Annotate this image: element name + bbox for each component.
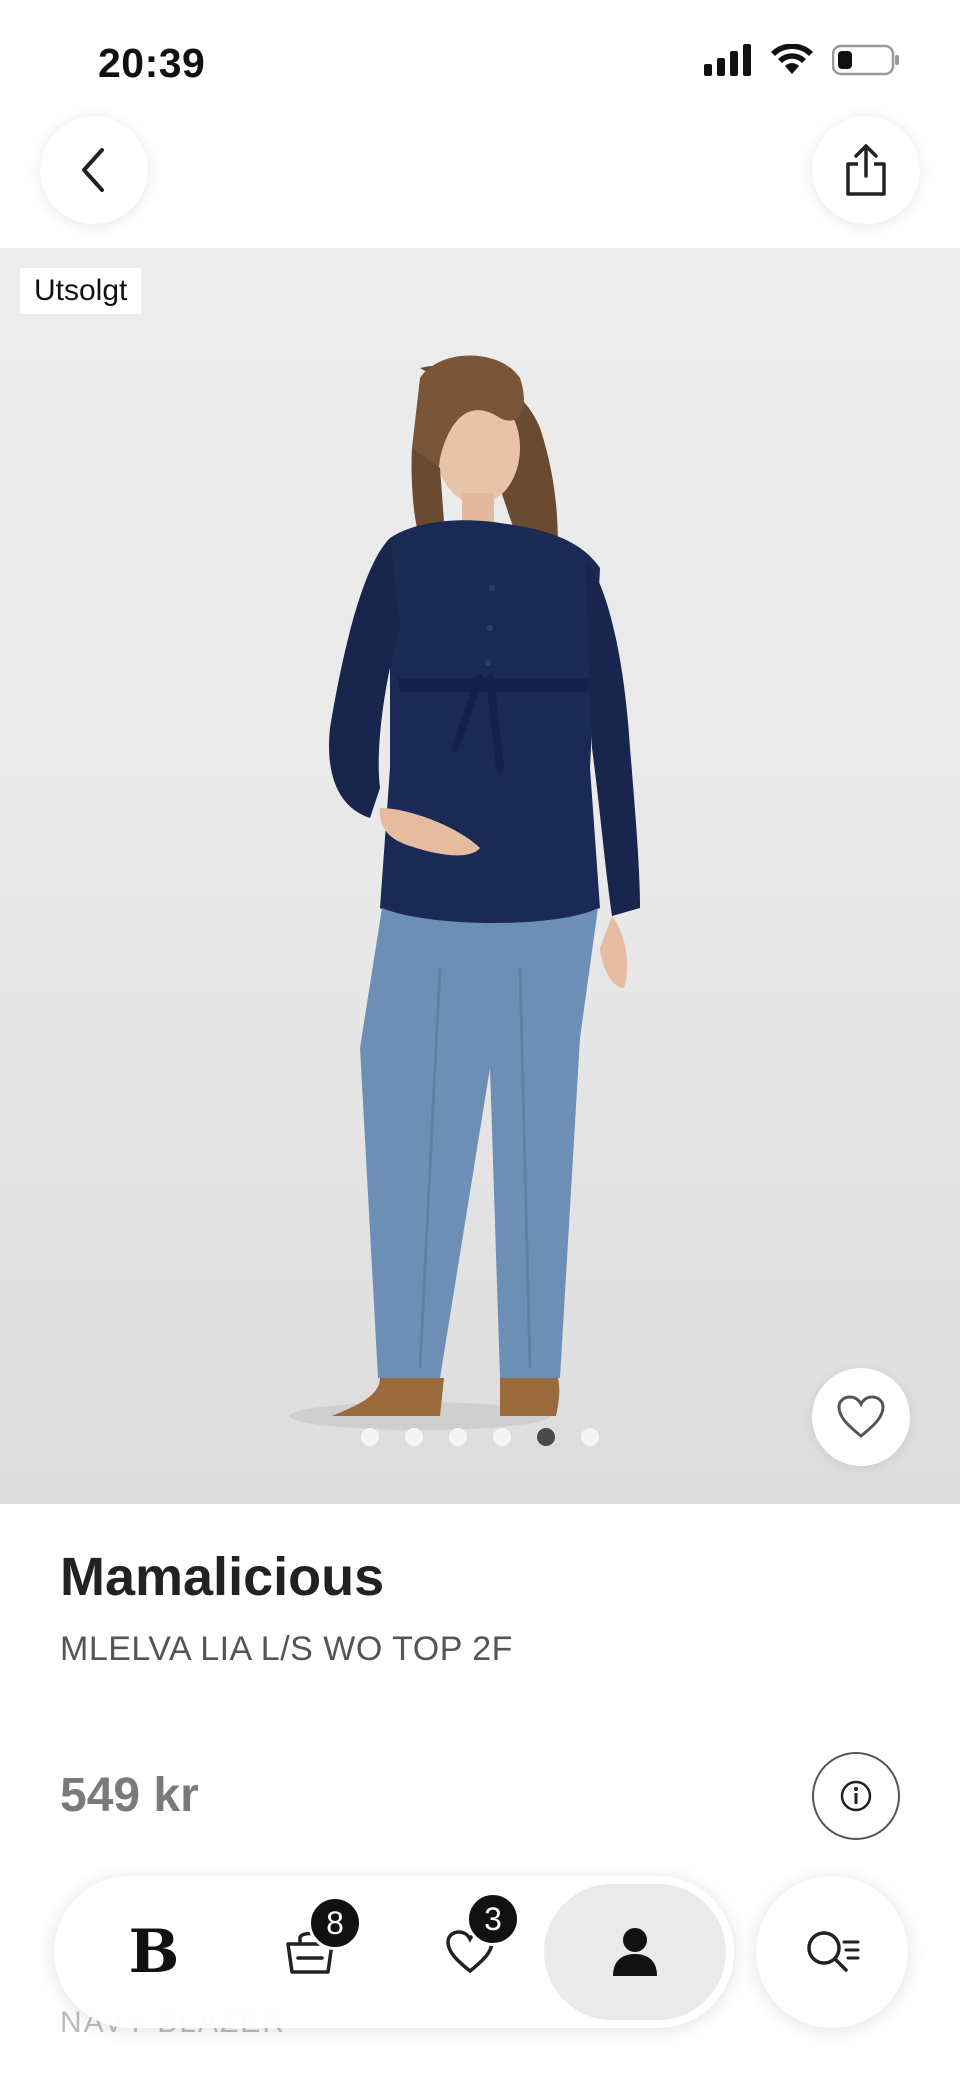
home-logo: B <box>128 1917 180 1987</box>
profile-icon <box>613 1928 657 1976</box>
cart-count-badge: 8 <box>308 1896 362 1950</box>
carousel-dot[interactable] <box>361 1428 379 1446</box>
nav-cart[interactable]: 8 <box>244 1886 376 2018</box>
share-icon <box>846 144 886 196</box>
carousel-dot[interactable] <box>581 1428 599 1446</box>
nav-favorites[interactable]: 3 <box>404 1886 536 2018</box>
status-bar: 20:39 <box>0 0 960 120</box>
carousel-dot-active[interactable] <box>537 1428 555 1446</box>
favorite-button[interactable] <box>812 1368 910 1466</box>
status-time: 20:39 <box>98 40 206 86</box>
carousel-dot[interactable] <box>405 1428 423 1446</box>
share-button[interactable] <box>812 116 920 224</box>
nav-profile[interactable] <box>544 1884 726 2020</box>
product-image[interactable]: Utsolgt <box>0 248 960 1504</box>
back-button[interactable] <box>40 116 148 224</box>
product-brand[interactable]: Mamalicious <box>60 1546 384 1608</box>
signal-icon <box>704 44 751 76</box>
status-icons <box>704 44 900 76</box>
info-icon <box>840 1780 872 1812</box>
carousel-dot[interactable] <box>449 1428 467 1446</box>
price-info-button[interactable] <box>812 1752 900 1840</box>
battery-icon <box>832 44 899 76</box>
wifi-icon <box>771 44 813 74</box>
chevron-left-icon <box>82 148 104 192</box>
bottom-nav: B 8 3 <box>54 1876 734 2028</box>
product-price: 549 kr <box>60 1769 199 1822</box>
model-photo <box>290 355 640 1430</box>
product-name: MLELVA LIA L/S WO TOP 2F <box>60 1630 513 1668</box>
nav-home[interactable]: B <box>88 1886 220 2018</box>
search-button[interactable] <box>756 1876 908 2028</box>
heart-icon <box>837 1395 885 1438</box>
carousel-dot[interactable] <box>493 1428 511 1446</box>
favorites-count-badge: 3 <box>466 1892 520 1946</box>
search-icon <box>807 1931 860 1972</box>
